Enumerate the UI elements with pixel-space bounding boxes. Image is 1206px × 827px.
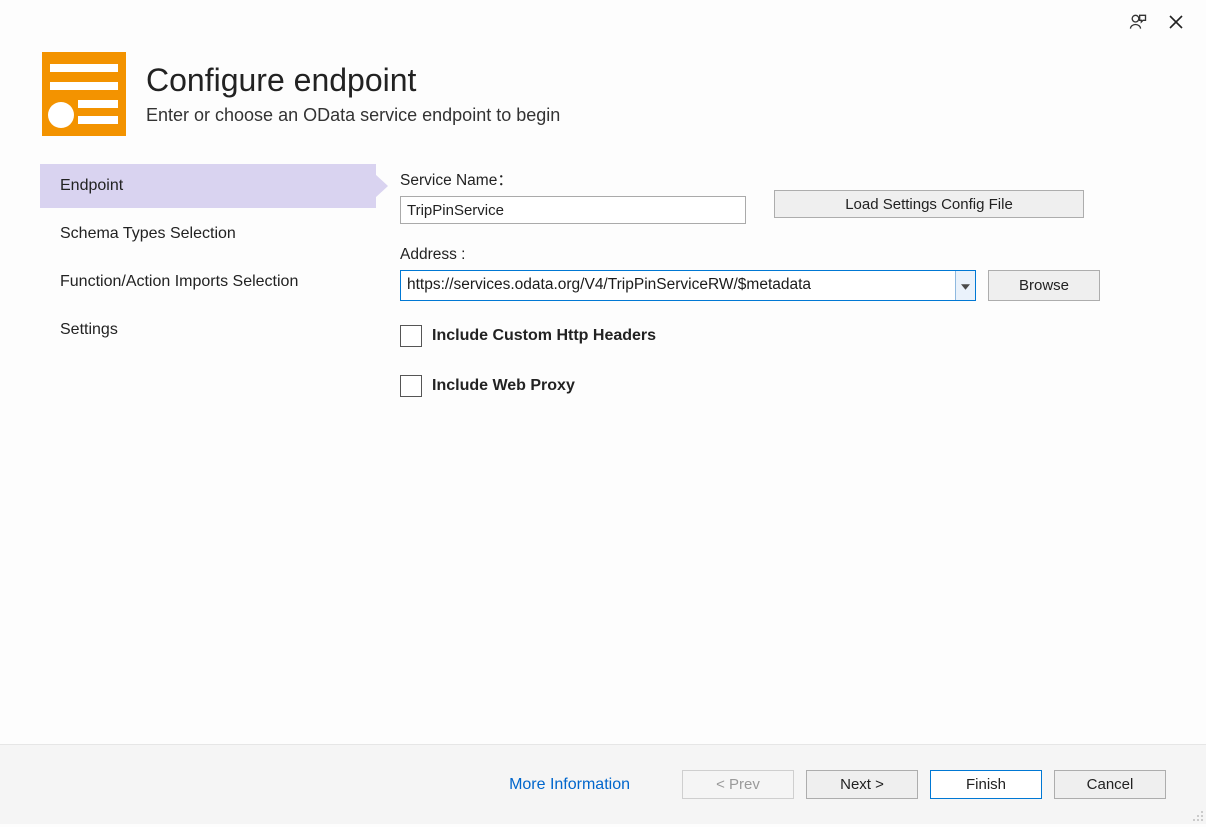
close-icon[interactable] (1166, 12, 1186, 32)
finish-button[interactable]: Finish (930, 770, 1042, 799)
load-config-button[interactable]: Load Settings Config File (774, 190, 1084, 218)
chevron-down-icon (961, 277, 970, 295)
prev-button: < Prev (682, 770, 794, 799)
address-label: Address : (400, 246, 1166, 264)
sidebar-item-endpoint[interactable]: Endpoint (40, 164, 376, 208)
include-proxy-checkbox[interactable] (400, 375, 422, 397)
form-area: Service Name： Load Settings Config File … (376, 164, 1166, 744)
address-combo (400, 270, 976, 301)
address-dropdown-button[interactable] (955, 271, 975, 300)
sidebar-item-label: Schema Types Selection (60, 225, 236, 242)
page-subtitle: Enter or choose an OData service endpoin… (146, 105, 560, 126)
include-headers-label[interactable]: Include Custom Http Headers (432, 327, 656, 345)
sidebar: Endpoint Schema Types Selection Function… (40, 164, 376, 744)
sidebar-item-label: Endpoint (60, 177, 123, 194)
header: Configure endpoint Enter or choose an OD… (0, 0, 1206, 164)
page-title: Configure endpoint (146, 62, 560, 99)
window-controls (1128, 12, 1186, 32)
service-name-input[interactable] (400, 196, 746, 224)
include-proxy-label[interactable]: Include Web Proxy (432, 377, 575, 395)
sidebar-item-label: Settings (60, 321, 118, 338)
footer: More Information < Prev Next > Finish Ca… (0, 744, 1206, 824)
sidebar-item-function-action[interactable]: Function/Action Imports Selection (40, 260, 376, 304)
cancel-button[interactable]: Cancel (1054, 770, 1166, 799)
service-name-label: Service Name： (400, 168, 746, 190)
more-information-link[interactable]: More Information (509, 776, 630, 794)
endpoint-icon (42, 52, 126, 136)
address-input[interactable] (401, 271, 955, 298)
browse-button[interactable]: Browse (988, 270, 1100, 301)
sidebar-item-label: Function/Action Imports Selection (60, 273, 298, 290)
sidebar-item-schema-types[interactable]: Schema Types Selection (40, 212, 376, 256)
feedback-icon[interactable] (1128, 12, 1148, 32)
resize-grip-icon[interactable] (1188, 806, 1204, 822)
sidebar-item-settings[interactable]: Settings (40, 308, 376, 352)
include-headers-checkbox[interactable] (400, 325, 422, 347)
next-button[interactable]: Next > (806, 770, 918, 799)
